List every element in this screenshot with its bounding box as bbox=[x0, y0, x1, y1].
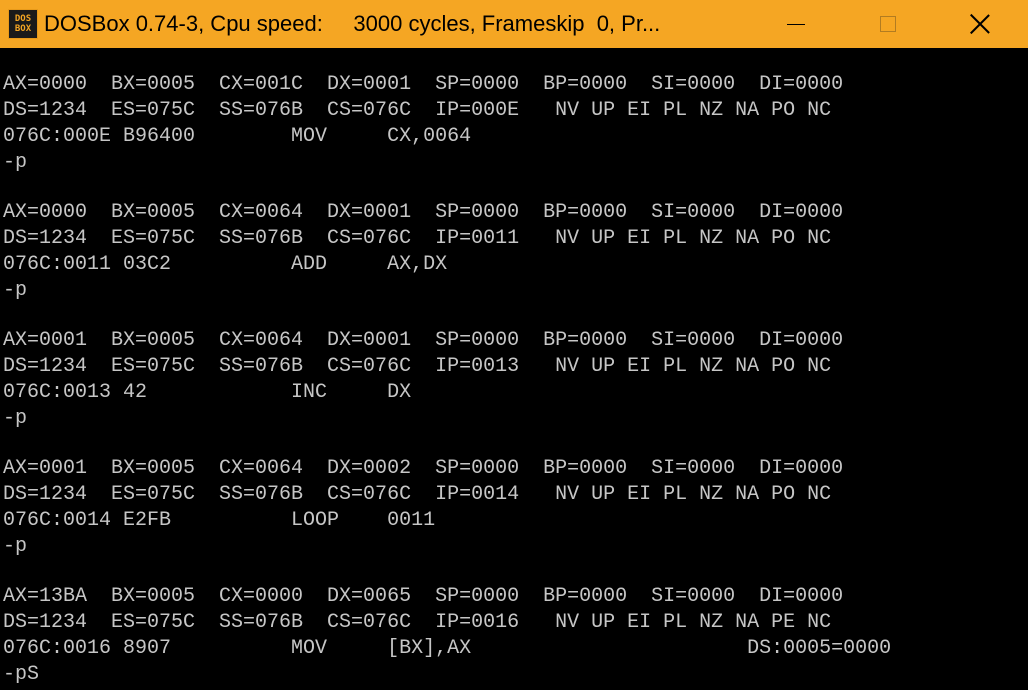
console-line: -p bbox=[3, 151, 28, 174]
dosbox-icon[interactable]: DOS BOX bbox=[8, 9, 38, 39]
console-line: -p bbox=[3, 407, 28, 430]
console-line: DS=1234 ES=075C SS=076B CS=076C IP=0014 … bbox=[3, 483, 832, 506]
console-line: DS=1234 ES=075C SS=076B CS=076C IP=0013 … bbox=[3, 355, 832, 378]
console-line: DS=1234 ES=075C SS=076B CS=076C IP=0011 … bbox=[3, 227, 832, 250]
dosbox-window: DOS BOX DOSBox 0.74-3, Cpu speed: 3000 c… bbox=[0, 0, 1028, 690]
icon-text-bottom: BOX bbox=[14, 24, 32, 34]
console-line: -p bbox=[3, 535, 28, 558]
console-line: 076C:0016 8907 MOV [BX],AX DS:0005=0000 bbox=[3, 637, 892, 660]
console-line: AX=13BA BX=0005 CX=0000 DX=0065 SP=0000 … bbox=[3, 585, 844, 608]
console-line: -p bbox=[3, 279, 28, 302]
console-output[interactable]: AX=0000 BX=0005 CX=001C DX=0001 SP=0000 … bbox=[3, 72, 1023, 690]
console-line: 076C:000E B96400 MOV CX,0064 bbox=[3, 125, 472, 148]
console-line: AX=0000 BX=0005 CX=0064 DX=0001 SP=0000 … bbox=[3, 201, 844, 224]
console-line: AX=0001 BX=0005 CX=0064 DX=0002 SP=0000 … bbox=[3, 457, 844, 480]
title-bar[interactable]: DOS BOX DOSBox 0.74-3, Cpu speed: 3000 c… bbox=[0, 0, 1028, 48]
maximize-button[interactable] bbox=[842, 0, 934, 48]
console-line: AX=0000 BX=0005 CX=001C DX=0001 SP=0000 … bbox=[3, 73, 844, 96]
icon-text-top: DOS bbox=[14, 14, 32, 24]
window-title: DOSBox 0.74-3, Cpu speed: 3000 cycles, F… bbox=[44, 11, 661, 36]
console-line: DS=1234 ES=075C SS=076B CS=076C IP=0016 … bbox=[3, 611, 832, 634]
maximize-icon bbox=[880, 16, 896, 32]
minimize-icon bbox=[787, 23, 805, 25]
console-line: 076C:0011 03C2 ADD AX,DX bbox=[3, 253, 448, 276]
console-line: AX=0001 BX=0005 CX=0064 DX=0001 SP=0000 … bbox=[3, 329, 844, 352]
console-line: 076C:0014 E2FB LOOP 0011 bbox=[3, 509, 436, 532]
console-line: DS=1234 ES=075C SS=076B CS=076C IP=000E … bbox=[3, 99, 832, 122]
minimize-button[interactable] bbox=[750, 0, 842, 48]
close-icon bbox=[970, 14, 990, 34]
console-prompt[interactable]: -pS bbox=[3, 662, 39, 688]
close-button[interactable] bbox=[934, 0, 1026, 48]
console-line: 076C:0013 42 INC DX bbox=[3, 381, 412, 404]
